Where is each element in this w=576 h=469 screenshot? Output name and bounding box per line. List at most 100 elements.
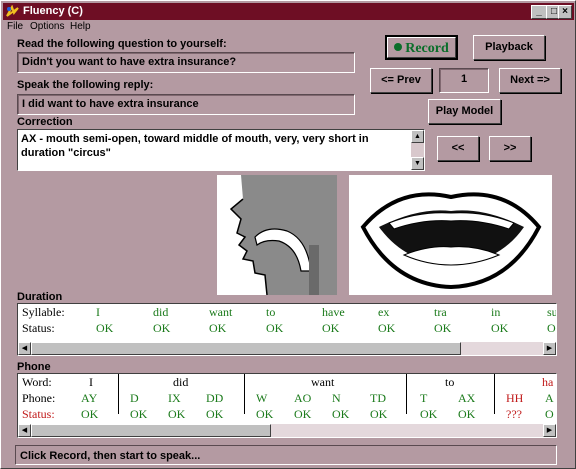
scroll-left-icon[interactable]: ◀ <box>18 424 31 437</box>
duration-panel: Syllable: Status: I did want to have ex … <box>17 303 557 356</box>
word-row-label: Word: <box>22 375 52 389</box>
phone-panel: Word: Phone: Status: I did want to ha AY… <box>17 373 557 438</box>
phone-label: Phone <box>17 361 51 373</box>
duration-scrollbar[interactable]: ◀ ▶ <box>18 342 556 355</box>
syllable-cell: want <box>209 305 233 319</box>
syllable-row-label: Syllable: <box>22 305 65 319</box>
syllable-cell: ex <box>378 305 390 319</box>
phone-status-cell: OK <box>130 407 148 421</box>
correction-textarea[interactable]: AX - mouth semi-open, toward middle of m… <box>17 129 425 171</box>
status-cell: OK <box>209 321 227 335</box>
app-icon <box>6 5 19 18</box>
status-cell: O <box>547 321 556 335</box>
status-cell: OK <box>434 321 452 335</box>
reply-label: Speak the following reply: <box>17 79 154 91</box>
play-model-button[interactable]: Play Model <box>428 99 501 124</box>
forward-button[interactable]: >> <box>489 136 531 161</box>
question-field: Didn't you want to have extra insurance? <box>17 52 355 73</box>
phone-status-row-label: Status: <box>22 407 55 421</box>
page-number-field[interactable]: 1 <box>439 68 489 93</box>
menu-bar: File Options Help <box>3 20 574 34</box>
phone-status-cell: OK <box>168 407 186 421</box>
status-cell: OK <box>96 321 114 335</box>
phone-cell: T <box>420 391 428 405</box>
phone-cell: AO <box>294 391 312 405</box>
mouth-image <box>349 175 552 295</box>
phone-cell: IX <box>168 391 181 405</box>
title-bar: Fluency (C) _ □ × <box>3 3 574 20</box>
playback-button[interactable]: Playback <box>473 35 545 60</box>
next-button[interactable]: Next => <box>499 68 561 93</box>
phone-status-cell: OK <box>332 407 350 421</box>
phone-status-cell: OK <box>256 407 274 421</box>
word-cell: want <box>311 375 335 389</box>
correction-text: AX - mouth semi-open, toward middle of m… <box>21 133 369 159</box>
status-cell: OK <box>491 321 509 335</box>
prev-button[interactable]: <= Prev <box>370 68 432 93</box>
duration-label: Duration <box>17 291 63 303</box>
question-label: Read the following question to yourself: <box>17 38 227 50</box>
phone-cell: DD <box>206 391 224 405</box>
record-icon <box>394 43 403 51</box>
scroll-right-icon[interactable]: ▶ <box>543 342 556 355</box>
phone-scroll-thumb[interactable] <box>31 424 271 437</box>
menu-options[interactable]: Options <box>30 21 64 32</box>
syllable-cell: tra <box>434 305 447 319</box>
phone-cell: TD <box>370 391 386 405</box>
correction-label: Correction <box>17 116 73 128</box>
syllable-cell: I <box>96 305 100 319</box>
scroll-right-icon[interactable]: ▶ <box>543 424 556 437</box>
reply-field: I did want to have extra insurance <box>17 94 355 115</box>
status-cell: OK <box>322 321 340 335</box>
phone-cell: AX <box>458 391 476 405</box>
syllable-cell: in <box>491 305 501 319</box>
column-divider <box>494 374 495 414</box>
back-button[interactable]: << <box>437 136 479 161</box>
close-button[interactable]: × <box>558 5 572 19</box>
column-divider <box>244 374 245 414</box>
word-cell: to <box>445 375 455 389</box>
scroll-left-icon[interactable]: ◀ <box>18 342 31 355</box>
phone-cell: AY <box>81 391 98 405</box>
correction-scrollbar[interactable]: ▲ ▼ <box>411 130 424 170</box>
phone-cell: N <box>332 391 341 405</box>
word-cell: I <box>89 375 93 389</box>
column-divider <box>406 374 407 414</box>
scroll-down-icon[interactable]: ▼ <box>411 157 424 170</box>
phone-status-cell: OK <box>294 407 312 421</box>
phone-row-label: Phone: <box>22 391 56 405</box>
duration-scroll-thumb[interactable] <box>31 342 461 355</box>
head-profile-image <box>217 175 337 295</box>
phone-status-cell: ??? <box>506 407 522 421</box>
status-cell: OK <box>153 321 171 335</box>
record-button[interactable]: Record <box>385 35 458 60</box>
column-divider <box>118 374 119 414</box>
phone-cell: W <box>256 391 268 405</box>
syllable-cell: to <box>266 305 276 319</box>
word-cell: did <box>173 375 189 389</box>
syllable-cell: have <box>322 305 345 319</box>
phone-status-cell: OK <box>370 407 388 421</box>
status-row-label: Status: <box>22 321 55 335</box>
syllable-cell: did <box>153 305 169 319</box>
phone-status-cell: OK <box>458 407 476 421</box>
window-title: Fluency (C) <box>23 5 83 17</box>
minimize-button[interactable]: _ <box>531 5 547 19</box>
syllable-cell: su <box>547 305 557 319</box>
word-cell: ha <box>542 375 554 389</box>
phone-cell: A <box>545 391 554 405</box>
status-cell: OK <box>378 321 396 335</box>
phone-status-cell: O <box>545 407 554 421</box>
status-bar: Click Record, then start to speak... <box>15 445 557 465</box>
status-cell: OK <box>266 321 284 335</box>
phone-cell: HH <box>506 391 524 405</box>
phone-cell: D <box>130 391 139 405</box>
app-window: Fluency (C) _ □ × File Options Help Read… <box>0 0 576 469</box>
phone-scrollbar[interactable]: ◀ ▶ <box>18 424 556 437</box>
phone-status-cell: OK <box>206 407 224 421</box>
menu-help[interactable]: Help <box>70 21 91 32</box>
scroll-up-icon[interactable]: ▲ <box>411 130 424 143</box>
phone-status-cell: OK <box>420 407 438 421</box>
record-label: Record <box>405 41 449 56</box>
menu-file[interactable]: File <box>7 21 23 32</box>
